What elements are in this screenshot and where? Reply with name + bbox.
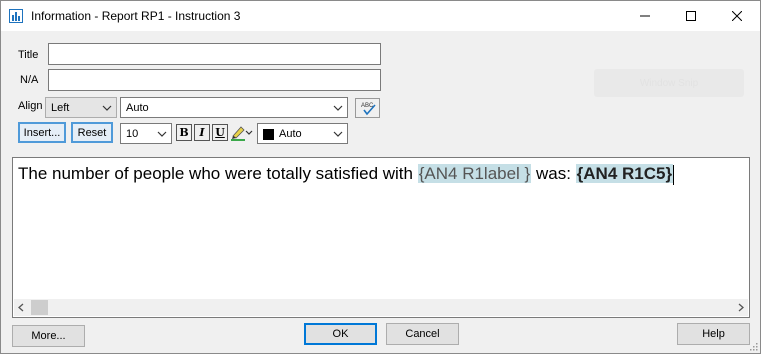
spellcheck-icon: ABC <box>361 103 376 116</box>
chevron-down-icon <box>157 131 167 137</box>
chevron-down-icon <box>102 105 112 111</box>
reset-button[interactable]: Reset <box>71 122 113 143</box>
highlighter-icon <box>231 126 253 141</box>
scroll-left-icon[interactable] <box>17 303 25 312</box>
ok-button[interactable]: OK <box>304 323 377 345</box>
text-color-value: Auto <box>279 128 302 140</box>
text-caret <box>673 164 675 185</box>
maximize-button[interactable] <box>668 1 714 31</box>
more-button[interactable]: More... <box>12 325 85 347</box>
minimize-button[interactable] <box>622 1 668 31</box>
field-code-value[interactable]: {AN4 R1C5} <box>575 164 674 183</box>
chevron-down-icon <box>333 105 343 111</box>
horizontal-scrollbar[interactable] <box>14 299 748 316</box>
editor-text[interactable]: The number of people who were totally sa… <box>18 164 675 185</box>
insert-button[interactable]: Insert... <box>18 122 66 143</box>
editor-text-before: The number of people who were totally sa… <box>18 164 418 183</box>
help-button[interactable]: Help <box>677 323 750 345</box>
scroll-right-icon[interactable] <box>737 303 745 312</box>
na-input[interactable] <box>48 69 381 91</box>
chart-app-icon <box>9 9 23 23</box>
editor-text-middle: was: <box>531 164 576 183</box>
dialog-window: Information - Report RP1 - Instruction 3… <box>0 0 761 354</box>
close-icon <box>732 11 742 21</box>
title-bar: Information - Report RP1 - Instruction 3 <box>1 1 760 31</box>
color-swatch <box>263 129 274 140</box>
rich-text-editor[interactable]: The number of people who were totally sa… <box>12 157 750 318</box>
maximize-icon <box>686 11 696 21</box>
italic-button[interactable]: I <box>194 124 210 141</box>
align-value: Left <box>51 102 70 114</box>
title-label: Title <box>18 49 39 61</box>
text-color-dropdown[interactable]: Auto <box>257 123 348 144</box>
underline-button[interactable]: U <box>212 124 228 141</box>
highlight-color-button[interactable] <box>230 124 254 141</box>
close-button[interactable] <box>714 1 760 31</box>
resize-grip-icon[interactable] <box>748 341 758 351</box>
font-size-value: 10 <box>126 128 139 140</box>
vertical-align-dropdown[interactable]: Auto <box>120 97 348 118</box>
cancel-button[interactable]: Cancel <box>386 323 459 345</box>
bold-button[interactable]: B <box>176 124 192 141</box>
scrollbar-thumb[interactable] <box>31 300 48 315</box>
align-label: Align <box>18 100 43 112</box>
field-code-label[interactable]: {AN4 R1label } <box>417 164 532 183</box>
chevron-down-icon <box>333 131 343 137</box>
window-title: Information - Report RP1 - Instruction 3 <box>31 9 241 23</box>
align-dropdown[interactable]: Left <box>45 97 117 118</box>
spellcheck-button[interactable]: ABC <box>355 98 380 118</box>
minimize-icon <box>640 15 650 17</box>
window-snip-overlay: Window Snip <box>594 69 744 97</box>
na-label: N/A <box>20 74 39 86</box>
vertical-align-value: Auto <box>126 102 149 114</box>
title-input[interactable] <box>48 43 381 65</box>
font-size-dropdown[interactable]: 10 <box>120 123 172 144</box>
